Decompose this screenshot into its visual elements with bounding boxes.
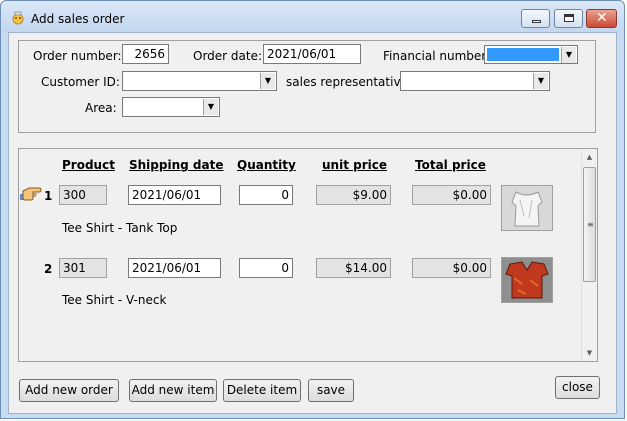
financial-number-value <box>487 48 559 61</box>
scrollbar-thumb[interactable]: ≡ <box>583 167 596 282</box>
maximize-icon <box>564 14 574 22</box>
product-image-v-neck <box>501 257 553 303</box>
row-unit-price-field: $9.00 <box>316 185 391 205</box>
current-record-pointer-icon <box>20 187 42 201</box>
maximize-button[interactable] <box>554 9 583 28</box>
add-new-order-button[interactable]: Add new order <box>19 379 119 402</box>
column-header-unit-price: unit price <box>322 158 387 172</box>
close-window-button[interactable]: ✕ <box>586 9 617 28</box>
row-shipping-date-field[interactable]: 2021/06/01 <box>128 258 221 278</box>
column-header-shipping-date: Shipping date <box>129 158 224 172</box>
row-total-price-field: $0.00 <box>412 258 491 278</box>
order-date-field[interactable]: 2021/06/01 <box>263 44 361 64</box>
save-button[interactable]: save <box>308 379 354 402</box>
row-quantity-field[interactable]: 0 <box>239 258 293 278</box>
row-quantity-field[interactable]: 0 <box>239 185 293 205</box>
title-bar[interactable]: Add sales order ✕ <box>1 1 624 33</box>
row-total-price-field: $0.00 <box>412 185 491 205</box>
column-header-total-price: Total price <box>415 158 486 172</box>
close-button[interactable]: close <box>555 376 600 399</box>
column-header-quantity: Quantity <box>237 158 296 172</box>
chevron-down-icon[interactable]: ▼ <box>203 99 218 115</box>
grip-icon: ≡ <box>587 220 594 229</box>
minimize-icon <box>532 20 541 23</box>
sales-rep-label: sales representative: <box>286 75 412 89</box>
customer-id-label: Customer ID: <box>41 75 120 89</box>
area-dropdown[interactable]: ▼ <box>122 97 220 117</box>
financial-number-label: Financial number: <box>383 49 491 63</box>
row-product-field[interactable]: 300 <box>59 185 107 205</box>
sales-rep-dropdown[interactable]: ▼ <box>400 71 550 91</box>
chevron-down-icon[interactable]: ▼ <box>561 47 576 63</box>
column-header-product: Product <box>62 158 115 172</box>
row-number: 1 <box>44 189 53 203</box>
row-shipping-date-field[interactable]: 2021/06/01 <box>128 185 221 205</box>
product-image-tank-top <box>501 185 553 231</box>
sales-order-window: Add sales order ✕ Order number: 2656 Ord… <box>0 0 625 419</box>
chevron-down-icon[interactable]: ▼ <box>260 73 275 89</box>
order-number-field[interactable]: 2656 <box>122 44 169 64</box>
order-date-label: Order date: <box>193 49 263 63</box>
scroll-down-icon[interactable]: ▼ <box>582 345 597 361</box>
customer-id-value <box>125 74 258 88</box>
row-unit-price-field: $14.00 <box>316 258 391 278</box>
row-product-field[interactable]: 301 <box>59 258 107 278</box>
window-title: Add sales order <box>31 12 125 26</box>
area-value <box>125 100 201 114</box>
order-header-panel: Order number: 2656 Order date: 2021/06/0… <box>18 40 596 133</box>
row-description: Tee Shirt - V-neck <box>62 293 167 307</box>
order-number-label: Order number: <box>33 49 122 63</box>
area-label: Area: <box>85 101 117 115</box>
tank-top-image <box>502 186 552 230</box>
order-items-grid: Product Shipping date Quantity unit pric… <box>18 148 598 362</box>
chevron-down-icon[interactable]: ▼ <box>533 73 548 89</box>
client-area: Order number: 2656 Order date: 2021/06/0… <box>8 32 617 414</box>
customer-id-dropdown[interactable]: ▼ <box>122 71 277 91</box>
sales-rep-value <box>403 74 531 88</box>
close-icon: ✕ <box>596 10 608 26</box>
minimize-button[interactable] <box>521 9 550 28</box>
financial-number-dropdown[interactable]: ▼ <box>484 45 578 64</box>
vertical-scrollbar[interactable]: ▲ ≡ ▼ <box>581 149 597 361</box>
delete-item-button[interactable]: Delete item <box>223 379 301 402</box>
row-number: 2 <box>44 262 53 276</box>
row-description: Tee Shirt - Tank Top <box>62 221 178 235</box>
app-icon <box>12 11 24 25</box>
scroll-up-icon[interactable]: ▲ <box>582 149 597 165</box>
v-neck-image <box>502 258 552 302</box>
add-new-item-button[interactable]: Add new item <box>129 379 217 402</box>
